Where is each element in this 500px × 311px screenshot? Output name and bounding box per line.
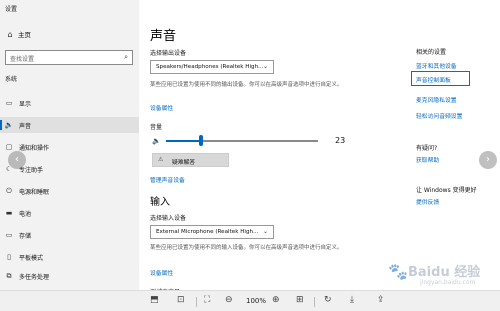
search-input[interactable]: 查找设置 ⌕ <box>5 50 133 65</box>
input-description: 某些应用已设置为使用不同的输入设备。你可以在高级声音选项中进行自定义。 <box>150 245 343 251</box>
help-title: 有疑问? <box>416 145 438 152</box>
notification-icon: ▢ <box>5 143 13 151</box>
baidu-paw-logo: 🐾 <box>388 262 408 281</box>
sidebar-item-label: 电池 <box>19 210 32 218</box>
zoom-level: 100% <box>246 297 267 305</box>
monitor-icon: ▭ <box>5 99 13 107</box>
device-properties-link[interactable]: 设备属性 <box>150 103 173 112</box>
watermark-subtext: jingyan.baidu.com <box>420 279 476 286</box>
sidebar-item-battery[interactable]: ▬ 电池 <box>0 205 139 221</box>
related-link-sound-control-panel[interactable]: 声音控制面板 <box>416 75 451 84</box>
chevron-left-icon: ‹ <box>15 154 19 165</box>
sidebar-item-tablet[interactable]: ▯ 平板模式 <box>0 249 139 265</box>
volume-slider-thumb[interactable] <box>199 135 203 146</box>
sidebar-item-label: 电源和睡眠 <box>19 188 50 196</box>
window-title: 设置 <box>5 6 18 13</box>
sidebar-item-label: 显示 <box>19 100 32 108</box>
output-device-label: 选择输出设备 <box>150 50 187 57</box>
chevron-down-icon: ⌄ <box>262 228 268 235</box>
feedback-link[interactable]: 提供反馈 <box>416 197 439 206</box>
fit-screen-icon[interactable]: ⛶ <box>204 295 210 305</box>
troubleshoot-button[interactable]: ⚠ 疑难解答 <box>152 153 229 167</box>
viewer-toolbar: ⬒ ⊡ ⛶ ⊖ 100% ⊕ ⊞ ↻ ⤓ ⇪ <box>0 290 500 311</box>
warning-icon: ⚠ <box>158 156 164 163</box>
share-icon[interactable]: ⇪ <box>377 295 385 305</box>
next-image-button[interactable]: › <box>479 151 497 169</box>
troubleshoot-label: 疑难解答 <box>172 160 196 166</box>
sidebar-item-label: 平板模式 <box>19 254 44 262</box>
toolbar-separator <box>314 297 315 307</box>
watermark: 🐾 Baidu 经验 jingyan.baidu.com <box>386 259 494 289</box>
tablet-icon: ▯ <box>7 253 11 261</box>
output-description: 某些应用已设置为使用不同的输出设备。你可以在高级声音选项中进行自定义。 <box>150 82 343 88</box>
previous-image-button[interactable]: ‹ <box>8 151 26 169</box>
speaker-icon[interactable]: 🔈 <box>152 137 161 145</box>
fit-page-icon[interactable]: ⬒ <box>150 295 159 305</box>
zoom-in-icon[interactable]: ⊕ <box>272 295 280 305</box>
volume-value: 23 <box>335 136 346 145</box>
sidebar-home-label: 主页 <box>18 31 31 39</box>
output-device-dropdown[interactable]: Speakers/Headphones (Realtek High... ⌄ <box>150 60 274 74</box>
sidebar-item-label: 声音 <box>19 122 32 130</box>
sidebar-item-storage[interactable]: ▭ 存储 <box>0 227 139 243</box>
storage-icon: ▭ <box>5 231 13 239</box>
sidebar-item-label: 通知和操作 <box>19 144 50 152</box>
output-device-value: Speakers/Headphones (Realtek High... <box>156 64 264 70</box>
related-link-microphone-privacy[interactable]: 麦克风隐私设置 <box>416 95 457 104</box>
sidebar-item-label: 多任务处理 <box>19 273 50 281</box>
sidebar-home[interactable]: ⌂ 主页 <box>0 26 139 42</box>
related-settings-title: 相关的设置 <box>416 49 447 56</box>
screenshot: 设置 ⌂ 主页 查找设置 ⌕ 系统 ▭ 显示 🔈 声音 ▢ 通知和操作 ☾ 专注… <box>0 0 500 311</box>
improve-windows-title: 让 Windows 变得更好 <box>416 187 477 194</box>
input-device-dropdown[interactable]: External Microphone (Realtek High... ⌄ <box>150 225 274 239</box>
rotate-icon[interactable]: ↻ <box>324 295 332 305</box>
input-device-label: 选择输入设备 <box>150 215 187 222</box>
watermark-text: Baidu 经验 <box>408 265 481 280</box>
zoom-out-icon[interactable]: ⊖ <box>225 295 233 305</box>
battery-icon: ▬ <box>5 209 13 217</box>
multitask-icon: ⧉ <box>6 271 12 280</box>
get-help-link[interactable]: 获取帮助 <box>416 155 439 164</box>
sidebar-item-multitasking[interactable]: ⧉ 多任务处理 <box>0 268 139 284</box>
fit-width-icon[interactable]: ⊡ <box>177 295 185 305</box>
related-link-bluetooth[interactable]: 蓝牙和其他设备 <box>416 61 457 70</box>
home-icon: ⌂ <box>7 29 13 39</box>
input-section-title: 输入 <box>150 197 170 208</box>
sidebar-item-display[interactable]: ▭ 显示 <box>0 95 139 111</box>
download-icon[interactable]: ⤓ <box>350 295 354 305</box>
chevron-right-icon: › <box>486 154 490 165</box>
speaker-icon: 🔈 <box>4 121 14 129</box>
sidebar-section-title: 系统 <box>5 76 18 83</box>
manage-sound-devices-link[interactable]: 管理声音设备 <box>150 175 185 184</box>
power-icon: ⏻ <box>6 186 12 195</box>
sidebar-item-label: 存储 <box>19 232 32 240</box>
page-icon[interactable]: ⊞ <box>296 295 304 305</box>
volume-slider[interactable] <box>166 135 318 146</box>
sidebar-item-power[interactable]: ⏻ 电源和睡眠 <box>0 183 139 199</box>
search-placeholder: 查找设置 <box>10 56 35 63</box>
volume-slider-fill <box>166 140 201 142</box>
volume-label: 音量 <box>150 124 163 131</box>
chevron-down-icon: ⌄ <box>262 63 268 70</box>
related-link-ease-of-access-audio[interactable]: 轻松访问音频设置 <box>416 111 462 120</box>
sidebar-item-sound[interactable]: 🔈 声音 <box>0 117 139 133</box>
toolbar-separator <box>196 297 197 307</box>
page-title: 声音 <box>150 29 177 44</box>
input-device-value: External Microphone (Realtek High... <box>156 229 259 235</box>
search-icon[interactable]: ⌕ <box>124 53 128 62</box>
input-device-properties-link[interactable]: 设备属性 <box>150 268 173 277</box>
